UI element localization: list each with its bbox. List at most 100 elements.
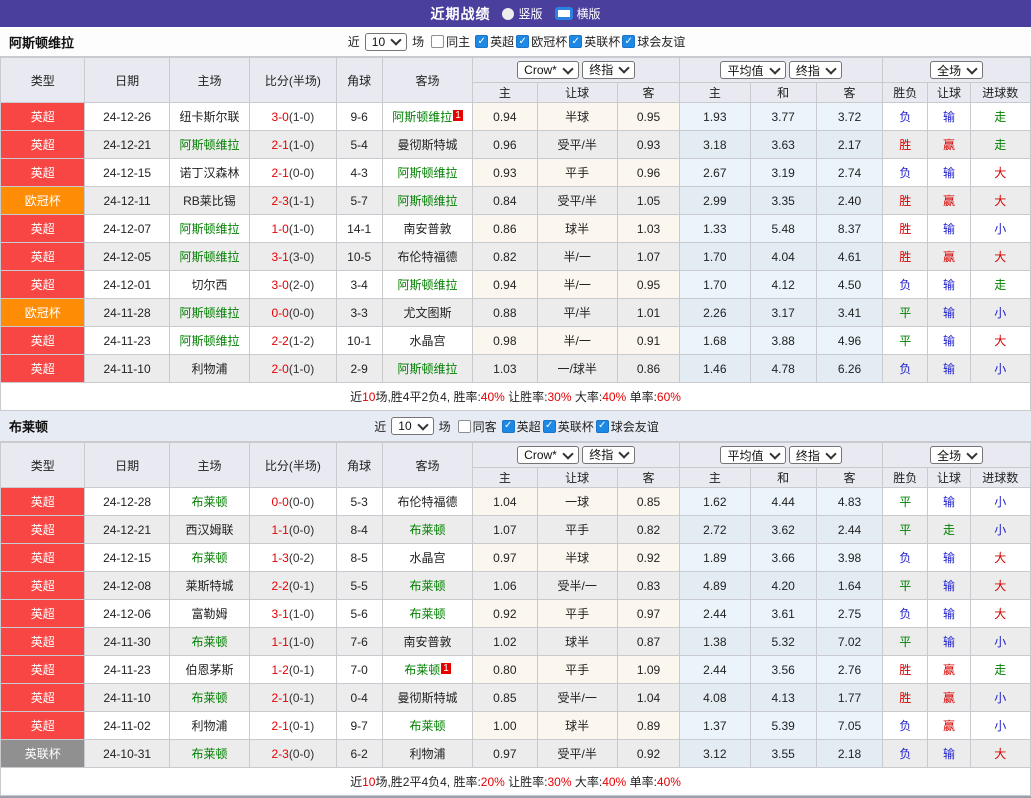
league-filter-欧冠杯[interactable]: 欧冠杯 bbox=[514, 33, 567, 50]
match-row: 英超 24-12-15 布莱顿 1-3(0-2) 8-5 水晶宫 0.97 半球 0.92 1.8… bbox=[0, 543, 1031, 572]
checkbox-icon[interactable] bbox=[542, 419, 556, 433]
avg-odds-cell: 7.05 bbox=[815, 711, 884, 740]
away-team-cell: 阿斯顿维拉 bbox=[381, 354, 474, 383]
checkbox-icon[interactable] bbox=[595, 419, 609, 433]
sub-goals: 进球数 bbox=[969, 82, 1031, 103]
checkbox-icon[interactable] bbox=[516, 35, 530, 48]
halftime-score: (0-1) bbox=[288, 718, 315, 733]
halftime-score: (0-0) bbox=[288, 746, 315, 761]
winlose-result-cell: 胜 bbox=[882, 683, 929, 712]
avg-odds-cell: 3.18 bbox=[679, 130, 751, 159]
layout-radio-horizontal[interactable]: 横版 bbox=[554, 5, 601, 22]
avg-odds-cell: 4.08 bbox=[679, 683, 751, 712]
home-team-cell: 伯恩茅斯 bbox=[168, 655, 251, 684]
odds-stage-select-2[interactable]: 终指 bbox=[788, 446, 842, 464]
halftime-score: (1-0) bbox=[288, 606, 315, 621]
league-filter-label: 欧冠杯 bbox=[531, 35, 568, 49]
home-team-cell: 阿斯顿维拉 bbox=[168, 214, 251, 243]
layout-radio-vertical[interactable]: 竖版 bbox=[502, 5, 543, 22]
goals-result-cell: 大 bbox=[969, 158, 1031, 187]
bookmaker-select[interactable]: Crow* bbox=[517, 61, 579, 80]
checkbox-icon[interactable] bbox=[569, 35, 583, 48]
handicap-result-cell: 赢 bbox=[927, 711, 971, 740]
league-filter-label: 英超 bbox=[516, 419, 541, 434]
sub-draw: 和 bbox=[749, 467, 817, 488]
avg-odds-cell: 2.67 bbox=[679, 158, 751, 187]
chevron-down-icon bbox=[390, 34, 402, 46]
col-home: 主场 bbox=[168, 442, 251, 488]
recent-count-select[interactable]: 10 bbox=[391, 417, 434, 435]
fulltime-select[interactable]: 全场 bbox=[930, 61, 984, 79]
crow-odds-cell: 球半 bbox=[536, 711, 618, 740]
section-header-brighton: 布莱顿 近 10 场 同客 英超 英联杯 球会友谊 bbox=[0, 411, 1031, 442]
checkbox-icon[interactable] bbox=[457, 419, 471, 433]
avg-odds-cell: 3.35 bbox=[749, 186, 817, 215]
summary-segment: 30% bbox=[547, 390, 572, 404]
league-filter-英联杯[interactable]: 英联杯 bbox=[541, 418, 594, 435]
recent-count-select[interactable]: 10 bbox=[364, 32, 408, 51]
home-team-cell: 利物浦 bbox=[168, 354, 251, 383]
col-corner: 角球 bbox=[335, 57, 383, 103]
away-team-cell: 水晶宫 bbox=[381, 326, 474, 355]
date-cell: 24-12-07 bbox=[84, 214, 170, 243]
checkbox-icon[interactable] bbox=[431, 35, 445, 48]
fulltime-score: 2-0 bbox=[271, 361, 289, 376]
crow-select-group: Crow* 终指 bbox=[472, 442, 681, 468]
sub-home: 主 bbox=[472, 467, 538, 488]
odds-stage-select-2[interactable]: 终指 bbox=[788, 61, 842, 79]
corner-cell: 5-7 bbox=[335, 186, 383, 215]
odds-stage-select[interactable]: 终指 bbox=[582, 60, 636, 79]
winlose-result-cell: 负 bbox=[882, 270, 929, 299]
crow-odds-cell: 半球 bbox=[536, 543, 618, 572]
match-row: 英超 24-12-21 阿斯顿维拉 2-1(1-0) 5-4 曼彻斯特城 0.96 受平/半 0… bbox=[0, 130, 1031, 159]
odds-stage-select[interactable]: 终指 bbox=[582, 445, 636, 464]
home-team-cell: RB莱比锡 bbox=[168, 186, 251, 215]
league-filter-英超[interactable]: 英超 bbox=[500, 418, 541, 435]
goals-result-cell: 小 bbox=[969, 214, 1031, 243]
corner-cell: 2-9 bbox=[335, 354, 383, 383]
league-filter-英联杯[interactable]: 英联杯 bbox=[567, 33, 620, 50]
same-venue-checkbox[interactable]: 同主 bbox=[429, 33, 470, 50]
league-filter-label: 球会友谊 bbox=[610, 419, 659, 434]
crow-odds-cell: 0.95 bbox=[616, 270, 681, 299]
avg-odds-cell: 1.89 bbox=[679, 543, 751, 572]
radio-selected-icon[interactable] bbox=[554, 7, 573, 20]
fulltime-score: 2-3 bbox=[271, 193, 289, 208]
summary-segment: 40% bbox=[602, 775, 627, 789]
bookmaker-select[interactable]: Crow* bbox=[517, 446, 579, 465]
league-filter-group: 英超 欧冠杯 英联杯 球会友谊 bbox=[473, 33, 685, 50]
fulltime-select[interactable]: 全场 bbox=[930, 446, 984, 464]
fulltime-score: 2-2 bbox=[271, 333, 289, 348]
away-team-cell: 布莱顿 bbox=[381, 599, 474, 628]
avg-odds-cell: 4.78 bbox=[749, 354, 817, 383]
crow-odds-cell: 1.01 bbox=[616, 298, 681, 327]
league-cell: 英超 bbox=[0, 711, 86, 740]
league-filter-英超[interactable]: 英超 bbox=[473, 33, 514, 50]
average-select[interactable]: 平均值 bbox=[720, 446, 786, 464]
league-filter-球会友谊[interactable]: 球会友谊 bbox=[594, 418, 659, 435]
checkbox-icon[interactable] bbox=[475, 35, 489, 48]
date-cell: 24-12-15 bbox=[84, 158, 170, 187]
away-team-name: 布伦特福德 bbox=[397, 250, 458, 264]
chevron-down-icon bbox=[416, 418, 429, 431]
col-type: 类型 bbox=[0, 442, 86, 488]
corner-cell: 5-6 bbox=[335, 599, 383, 628]
match-row: 英超 24-12-21 西汉姆联 1-1(0-0) 8-4 布莱顿 1.07 平手 0.82 2.… bbox=[0, 515, 1031, 544]
checkbox-icon[interactable] bbox=[622, 35, 636, 48]
same-venue-checkbox[interactable]: 同客 bbox=[456, 418, 497, 435]
league-filter-球会友谊[interactable]: 球会友谊 bbox=[620, 33, 685, 50]
league-cell: 英超 bbox=[0, 214, 86, 243]
summary-segment: 20% bbox=[480, 775, 505, 789]
checkbox-icon[interactable] bbox=[501, 419, 515, 433]
avg-odds-cell: 4.44 bbox=[749, 487, 817, 516]
score-cell: 2-1(0-1) bbox=[249, 683, 337, 712]
radio-unselected-icon[interactable] bbox=[502, 7, 515, 20]
crow-odds-cell: 球半 bbox=[536, 214, 618, 243]
handicap-result-cell: 赢 bbox=[927, 130, 971, 159]
aston-villa-results-table: 类型 日期 主场 比分(半场) 角球 客场 Crow* 终指 平均值 终指 全场 bbox=[0, 57, 1031, 411]
average-select[interactable]: 平均值 bbox=[720, 61, 786, 79]
fulltime-score: 3-1 bbox=[271, 249, 289, 264]
avg-odds-cell: 4.96 bbox=[815, 326, 884, 355]
fulltime-score: 0-0 bbox=[271, 494, 289, 509]
sub-winlose: 胜负 bbox=[882, 467, 929, 488]
